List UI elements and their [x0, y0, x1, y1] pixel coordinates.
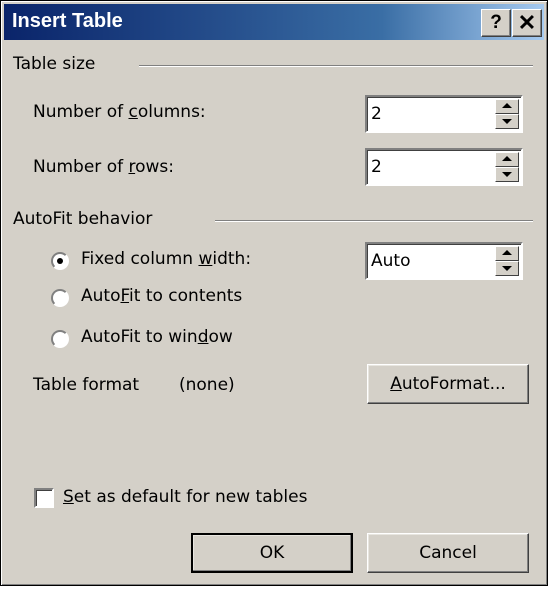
arrow-up-icon [502, 156, 512, 161]
set-default-label[interactable]: Set as default for new tables [63, 487, 307, 507]
arrow-down-icon [502, 119, 512, 124]
rows-up-button[interactable] [495, 152, 519, 167]
ok-button[interactable]: OK [191, 533, 353, 573]
arrow-down-icon [502, 172, 512, 177]
autofit-divider [215, 220, 533, 222]
table-size-group-label: Table size [13, 54, 96, 74]
set-default-checkbox[interactable] [34, 488, 54, 508]
columns-label: Number of columns: [33, 102, 206, 122]
arrow-up-icon [502, 103, 512, 108]
help-button[interactable]: ? [481, 9, 511, 37]
columns-down-button[interactable] [495, 114, 519, 129]
arrow-down-icon [502, 266, 512, 271]
autoformat-button[interactable]: AutoFormat... [367, 364, 529, 404]
fixed-width-radio[interactable] [51, 252, 69, 270]
title-bar[interactable]: Insert Table ? ✕ [4, 4, 544, 40]
rows-label: Number of rows: [33, 157, 174, 177]
fixed-width-spinner[interactable]: Auto [365, 242, 523, 280]
columns-spinner[interactable]: 2 [365, 95, 523, 133]
arrow-up-icon [502, 250, 512, 255]
autofit-contents-label[interactable]: AutoFit to contents [81, 286, 242, 306]
fixed-width-label[interactable]: Fixed column width: [81, 249, 251, 269]
rows-spinner[interactable]: 2 [365, 148, 523, 186]
autofit-window-label[interactable]: AutoFit to window [81, 327, 233, 347]
autofit-window-radio[interactable] [51, 330, 69, 348]
fixed-width-input[interactable]: Auto [371, 251, 410, 271]
close-button[interactable]: ✕ [512, 9, 542, 37]
cancel-button[interactable]: Cancel [367, 533, 529, 573]
width-down-button[interactable] [495, 261, 519, 276]
width-up-button[interactable] [495, 246, 519, 261]
autofit-contents-radio[interactable] [51, 289, 69, 307]
columns-input[interactable]: 2 [371, 104, 382, 124]
columns-up-button[interactable] [495, 99, 519, 114]
insert-table-dialog: Insert Table ? ✕ Table size Number of co… [0, 0, 548, 586]
autofit-group-label: AutoFit behavior [13, 209, 153, 229]
rows-down-button[interactable] [495, 167, 519, 182]
dialog-title: Insert Table [12, 10, 123, 32]
table-format-value: (none) [179, 375, 235, 395]
rows-input[interactable]: 2 [371, 157, 382, 177]
table-format-label: Table format [33, 375, 140, 395]
table-size-divider [139, 65, 533, 67]
radio-selected-dot [57, 258, 63, 264]
